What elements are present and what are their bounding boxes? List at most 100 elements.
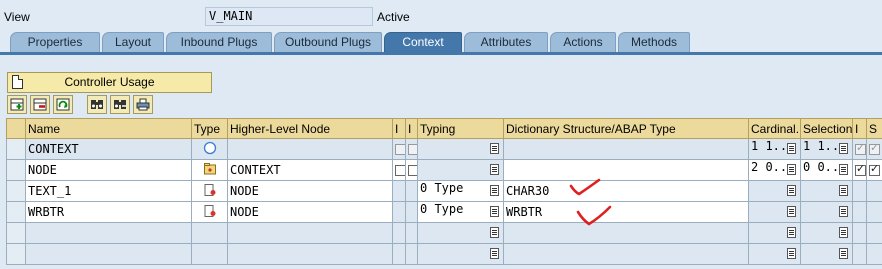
dictionary-type-cell[interactable]: [503, 159, 749, 181]
value-help-icon[interactable]: [490, 185, 499, 196]
value-help-icon[interactable]: [787, 248, 796, 259]
flag-i3-cell: [852, 180, 867, 202]
col-header-selection[interactable]: Selection: [800, 118, 853, 139]
higher-level-node-cell[interactable]: NODE: [227, 180, 393, 202]
table-row[interactable]: CONTEXT 1 1... 1 1...: [6, 138, 882, 160]
value-help-icon[interactable]: [490, 143, 499, 154]
node-name-cell[interactable]: WRBTR: [25, 201, 192, 223]
col-header-name[interactable]: Name: [25, 118, 192, 139]
tab-properties[interactable]: Properties: [10, 32, 100, 53]
checkbox[interactable]: [408, 165, 417, 177]
table-row[interactable]: [6, 243, 882, 265]
flag-i2-cell[interactable]: [405, 138, 418, 160]
cardinality-cell: [748, 243, 801, 265]
select-all-corner[interactable]: [6, 118, 26, 139]
value-help-icon[interactable]: [787, 164, 796, 175]
typing-cell[interactable]: [417, 159, 504, 181]
flag-i3-cell[interactable]: [852, 159, 867, 181]
higher-level-node-cell[interactable]: CONTEXT: [227, 159, 393, 181]
find-icon[interactable]: [87, 95, 107, 114]
higher-level-node-cell[interactable]: [227, 138, 393, 160]
value-help-icon[interactable]: [839, 248, 848, 259]
col-header-i3[interactable]: I: [852, 118, 867, 139]
value-help-icon[interactable]: [839, 185, 848, 196]
node-name-cell[interactable]: CONTEXT: [25, 138, 192, 160]
cardinality-cell[interactable]: 2 0...: [748, 159, 801, 181]
cardinality-cell[interactable]: 1 1...: [748, 138, 801, 160]
table-row[interactable]: NODE CONTEXT 2 0... 0 0...: [6, 159, 882, 181]
flag-s-cell[interactable]: [866, 159, 882, 181]
value-help-icon[interactable]: [839, 206, 848, 217]
value-help-icon[interactable]: [787, 227, 796, 238]
typing-cell[interactable]: 0 Type: [417, 180, 504, 202]
value-help-icon[interactable]: [490, 164, 499, 175]
value-help-icon[interactable]: [490, 248, 499, 259]
value-help-icon[interactable]: [787, 206, 796, 217]
tab-context[interactable]: Context: [384, 32, 462, 53]
tab-layout[interactable]: Layout: [102, 32, 164, 53]
value-help-icon[interactable]: [490, 227, 499, 238]
col-header-typing[interactable]: Typing: [417, 118, 504, 139]
col-header-i2[interactable]: I: [405, 118, 418, 139]
type-cell: [191, 243, 228, 265]
node-name-cell[interactable]: NODE: [25, 159, 192, 181]
view-name-field[interactable]: V_MAIN: [205, 7, 373, 26]
find-next-icon[interactable]: [110, 95, 130, 114]
view-header: View V_MAIN Active: [0, 0, 882, 30]
tab-outbound-plugs[interactable]: Outbound Plugs: [274, 32, 382, 53]
selection-cell[interactable]: 1 1...: [800, 138, 853, 160]
flag-s-cell[interactable]: [866, 138, 882, 160]
controller-usage-button[interactable]: Controller Usage: [7, 72, 212, 93]
print-icon[interactable]: [133, 95, 153, 114]
value-help-icon[interactable]: [839, 227, 848, 238]
dictionary-type-cell[interactable]: CHAR30: [503, 180, 749, 202]
col-header-i1[interactable]: I: [392, 118, 406, 139]
tab-inbound-plugs[interactable]: Inbound Plugs: [166, 32, 272, 53]
row-selector[interactable]: [6, 180, 26, 202]
checkbox[interactable]: [408, 144, 417, 156]
table-row[interactable]: WRBTR NODE 0 Type WRBTR: [6, 201, 882, 223]
insert-row-icon[interactable]: [7, 95, 27, 114]
row-selector[interactable]: [6, 138, 26, 160]
typing-cell[interactable]: 0 Type: [417, 201, 504, 223]
flag-i1-cell[interactable]: [392, 138, 406, 160]
col-header-s[interactable]: S: [866, 118, 882, 139]
checkbox[interactable]: [855, 162, 866, 177]
node-name-cell[interactable]: TEXT_1: [25, 180, 192, 202]
dictionary-type-cell[interactable]: WRBTR: [503, 201, 749, 223]
checkbox[interactable]: [869, 162, 880, 177]
col-header-type[interactable]: Type: [191, 118, 228, 139]
refresh-icon[interactable]: [53, 95, 73, 114]
tab-actions[interactable]: Actions: [550, 32, 616, 53]
value-help-icon[interactable]: [787, 185, 796, 196]
row-selector[interactable]: [6, 222, 26, 244]
flag-i3-cell[interactable]: [852, 138, 867, 160]
selection-cell[interactable]: 0 0...: [800, 159, 853, 181]
col-header-higher-level-node[interactable]: Higher-Level Node: [227, 118, 393, 139]
col-header-cardinality[interactable]: Cardinal...: [748, 118, 801, 139]
checkbox[interactable]: [855, 141, 866, 156]
table-row[interactable]: TEXT_1 NODE 0 Type CHAR30: [6, 180, 882, 202]
tab-methods[interactable]: Methods: [618, 32, 690, 53]
higher-level-node-cell[interactable]: NODE: [227, 201, 393, 223]
delete-row-icon[interactable]: [30, 95, 50, 114]
table-row[interactable]: [6, 222, 882, 244]
col-header-dictionary-type[interactable]: Dictionary Structure/ABAP Type: [503, 118, 749, 139]
value-help-icon[interactable]: [787, 143, 796, 154]
checkbox[interactable]: [395, 144, 405, 156]
checkbox[interactable]: [395, 165, 405, 177]
value-help-icon[interactable]: [490, 206, 499, 217]
root-node-icon: [191, 138, 228, 160]
dictionary-type-cell[interactable]: [503, 138, 749, 160]
checkbox[interactable]: [869, 141, 880, 156]
value-help-icon[interactable]: [839, 164, 848, 175]
value-help-icon[interactable]: [839, 143, 848, 154]
tab-attributes[interactable]: Attributes: [464, 32, 548, 53]
flag-i1-cell[interactable]: [392, 159, 406, 181]
row-selector[interactable]: [6, 243, 26, 265]
typing-cell[interactable]: [417, 138, 504, 160]
row-selector[interactable]: [6, 201, 26, 223]
flag-i2-cell[interactable]: [405, 159, 418, 181]
context-table: Name Type Higher-Level Node I I Typing D…: [6, 118, 882, 265]
row-selector[interactable]: [6, 159, 26, 181]
